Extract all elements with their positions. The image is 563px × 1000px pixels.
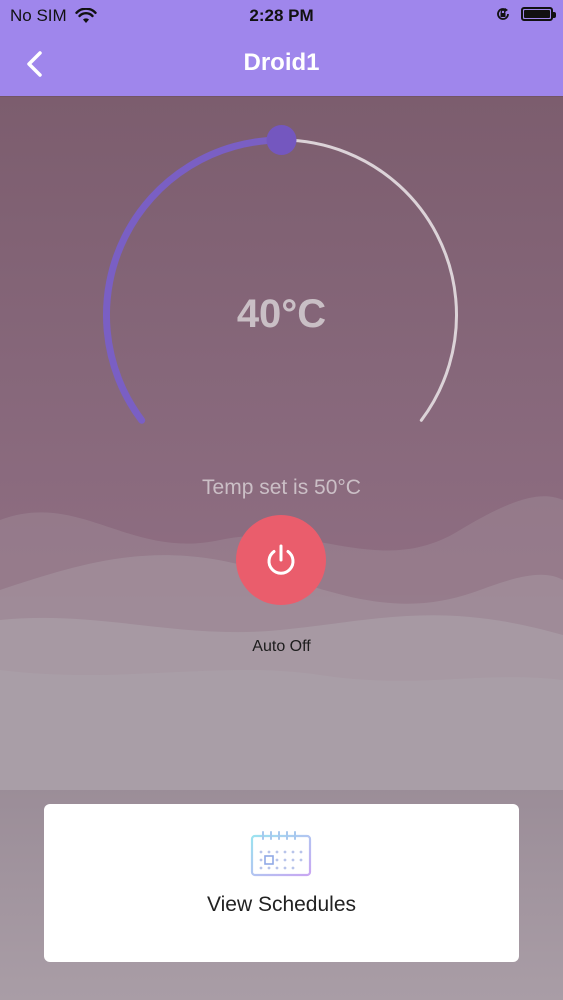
header-bar: No SIM 2:28 PM Droid1 bbox=[0, 0, 563, 96]
nav-bar: Droid1 bbox=[0, 32, 563, 96]
current-temperature: 40°C bbox=[236, 292, 327, 336]
calendar-icon bbox=[250, 831, 312, 877]
thermostat-screen: No SIM 2:28 PM Droid1 40°C Temp set is 5… bbox=[0, 0, 563, 1000]
dial-active-arc bbox=[103, 136, 285, 424]
dial-handle[interactable] bbox=[266, 125, 297, 155]
battery-level bbox=[524, 10, 550, 18]
status-time: 2:28 PM bbox=[249, 6, 314, 25]
status-right-group bbox=[495, 6, 556, 22]
power-button[interactable] bbox=[236, 515, 326, 605]
page-title: Droid1 bbox=[243, 49, 320, 76]
battery-icon bbox=[521, 7, 556, 21]
status-bar: No SIM 2:28 PM bbox=[0, 0, 563, 32]
view-schedules-label: View Schedules bbox=[206, 893, 357, 916]
orientation-lock-icon bbox=[497, 8, 509, 20]
power-icon bbox=[267, 544, 295, 575]
set-temperature-label: Temp set is 50°C bbox=[202, 476, 361, 499]
power-mode-label: Auto Off bbox=[252, 638, 311, 655]
view-schedules-card[interactable]: View Schedules bbox=[44, 804, 519, 962]
dial-track bbox=[105, 138, 458, 422]
